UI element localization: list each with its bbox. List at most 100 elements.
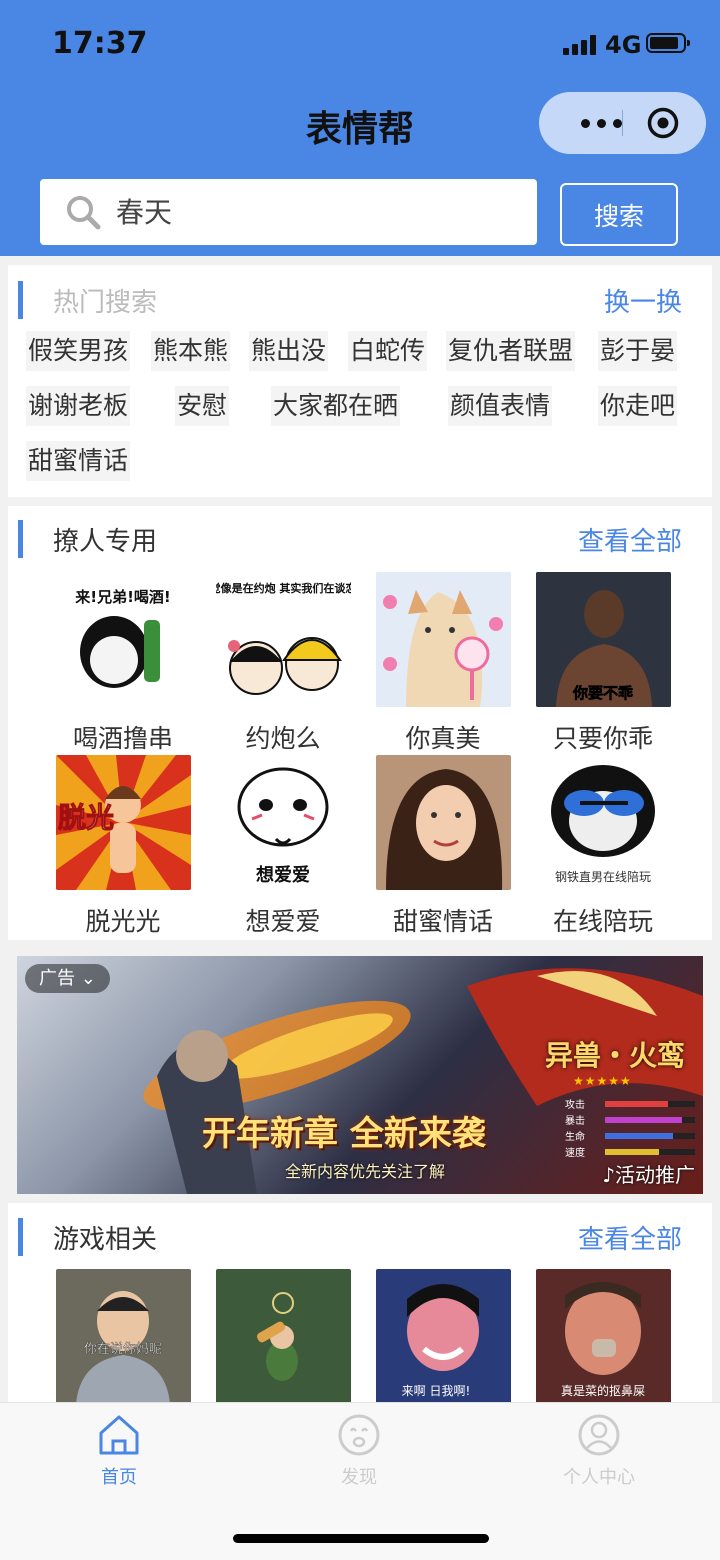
ad-stars: ★★★★★ xyxy=(573,1074,632,1088)
sticker-image: 想爱爱 xyxy=(216,755,351,890)
sticker-caption[interactable]: 甜蜜情话 xyxy=(363,902,523,938)
search-box xyxy=(40,179,537,245)
hot-tag[interactable]: 大家都在晒 xyxy=(271,386,401,426)
sticker-overlay-text: 你要不乖 xyxy=(572,684,633,702)
battery-icon xyxy=(646,33,690,53)
sticker-thumbnail[interactable]: 你要不乖 xyxy=(536,572,671,707)
sticker-caption[interactable]: 约炮么 xyxy=(203,719,363,755)
sticker-overlay-text: 想爱爱 xyxy=(256,864,310,886)
ad-stat-label: 速度 xyxy=(565,1148,585,1159)
hot-tag[interactable]: 假笑男孩 xyxy=(26,331,131,371)
ad-stat-label: 攻击 xyxy=(565,1100,585,1111)
sticker-thumbnail[interactable]: 你在说你妈呢 xyxy=(56,1269,191,1404)
flirt-section-card: 撩人专用 查看全部 来!兄弟!喝酒! 喝酒撸串 感觉像是在约炮 其实我们在谈恋爱… xyxy=(8,506,712,940)
sticker-caption[interactable]: 在线陪玩 xyxy=(523,902,683,938)
music-note-icon: ♪ xyxy=(602,1163,615,1187)
ad-subline: 全新内容优先关注了解 xyxy=(285,1162,446,1181)
sticker-caption[interactable]: 想爱爱 xyxy=(203,902,363,938)
hot-tag[interactable]: 你走吧 xyxy=(598,386,678,426)
game-view-all-link[interactable]: 查看全部 xyxy=(578,1219,682,1256)
game-section-title: 游戏相关 xyxy=(53,1225,158,1255)
hot-tag[interactable]: 熊本熊 xyxy=(151,331,231,371)
sticker-image: 你要不乖 xyxy=(536,572,671,707)
hot-tag[interactable]: 复仇者联盟 xyxy=(446,331,576,371)
sticker-thumbnail[interactable] xyxy=(376,755,511,890)
sticker-caption[interactable]: 脱光光 xyxy=(43,902,203,938)
sticker-image: 来!兄弟!喝酒! xyxy=(56,572,191,707)
section-accent-bar xyxy=(18,281,23,319)
tab-home[interactable]: 首页 xyxy=(59,1411,179,1489)
sticker-thumbnail[interactable]: 来!兄弟!喝酒! xyxy=(56,572,191,707)
home-icon xyxy=(99,1415,139,1455)
hot-tag[interactable]: 颜值表情 xyxy=(448,386,553,426)
sticker-caption[interactable]: 你真美 xyxy=(363,719,523,755)
sticker-image: 来啊 日我啊! xyxy=(376,1269,511,1404)
sticker-overlay-text: 来啊 日我啊! xyxy=(402,1384,471,1398)
home-indicator xyxy=(233,1534,489,1543)
search-input[interactable] xyxy=(116,179,516,245)
game-section-card: 游戏相关 查看全部 你在说你妈呢 来啊 日我啊! 真是菜的抠鼻屎 xyxy=(8,1203,712,1404)
sticker-thumbnail[interactable]: 真是菜的抠鼻屎 xyxy=(536,1269,671,1404)
miniprogram-capsule xyxy=(539,92,706,154)
sticker-caption[interactable]: 只要你乖 xyxy=(523,719,683,755)
chevron-down-icon: ⌄ xyxy=(80,968,96,989)
ad-stat-row: 速度 xyxy=(565,1144,695,1160)
hot-tag[interactable]: 熊出没 xyxy=(249,331,329,371)
sticker-caption[interactable]: 喝酒撸串 xyxy=(43,719,203,755)
sticker-thumbnail[interactable]: 钢铁直男在线陪玩 xyxy=(536,755,671,890)
ad-stat-fill xyxy=(605,1117,682,1123)
hot-search-title: 热门搜索 xyxy=(53,288,158,318)
hot-tag[interactable]: 谢谢老板 xyxy=(26,386,131,426)
ad-stat-row: 生命 xyxy=(565,1128,695,1144)
hot-tag[interactable]: 彭于晏 xyxy=(598,331,678,371)
search-icon xyxy=(67,196,101,230)
sticker-thumbnail[interactable]: 感觉像是在约炮 其实我们在谈恋爱 xyxy=(216,572,351,707)
hot-tag[interactable]: 甜蜜情话 xyxy=(26,441,131,481)
sticker-overlay-text: 来!兄弟!喝酒! xyxy=(74,588,171,606)
tab-discover-label: 发现 xyxy=(341,1467,377,1488)
sticker-overlay-text: 脱光 xyxy=(58,801,114,834)
hot-search-card: 热门搜索 换一换 假笑男孩 熊本熊 熊出没 白蛇传 复仇者联盟 彭于晏 谢谢老板… xyxy=(8,265,712,497)
sticker-image: 感觉像是在约炮 其实我们在谈恋爱 xyxy=(216,572,351,707)
ad-badge[interactable]: 广告 ⌄ xyxy=(25,964,110,993)
ad-stat-fill xyxy=(605,1149,659,1155)
flirt-view-all-link[interactable]: 查看全部 xyxy=(578,521,682,558)
ad-stat-row: 暴击 xyxy=(565,1112,695,1128)
ad-stat-label: 暴击 xyxy=(565,1116,585,1127)
status-time: 17:37 xyxy=(52,26,148,61)
sticker-thumbnail[interactable] xyxy=(216,1269,351,1404)
ad-stat-row: 攻击 xyxy=(565,1096,695,1112)
flirt-section-title: 撩人专用 xyxy=(53,527,158,557)
refresh-link[interactable]: 换一换 xyxy=(604,282,682,319)
ad-banner[interactable]: 广告 ⌄ 异兽・火鸾 ★★★★★ 攻击 暴击 生命 速度 开年新章 全新来袭 全… xyxy=(17,956,703,1194)
ad-stats: 攻击 暴击 生命 速度 xyxy=(565,1096,695,1160)
sticker-overlay-text: 感觉像是在约炮 其实我们在谈恋爱 xyxy=(216,581,351,595)
ad-stat-label: 生命 xyxy=(565,1132,585,1143)
more-icon[interactable] xyxy=(561,92,641,154)
tab-profile[interactable]: 个人中心 xyxy=(539,1411,659,1489)
sticker-image: 你在说你妈呢 xyxy=(56,1269,191,1404)
sticker-image: 脱光 xyxy=(56,755,191,890)
hot-tag[interactable]: 安慰 xyxy=(175,386,230,426)
ad-promo-text: 活动推广 xyxy=(615,1163,695,1187)
signal-icon xyxy=(563,35,599,55)
close-target-icon[interactable] xyxy=(647,107,679,139)
ad-badge-label: 广告 xyxy=(39,968,75,989)
network-type: 4G xyxy=(605,31,642,59)
header: 17:37 4G 表情帮 搜索 xyxy=(0,0,720,256)
section-accent-bar xyxy=(18,520,23,558)
tab-profile-label: 个人中心 xyxy=(563,1467,635,1488)
hot-tag[interactable]: 白蛇传 xyxy=(348,331,428,371)
sticker-image: 钢铁直男在线陪玩 xyxy=(536,755,671,890)
sticker-overlay-text: 你在说你妈呢 xyxy=(84,1342,162,1357)
discover-icon xyxy=(338,1414,380,1456)
search-button[interactable]: 搜索 xyxy=(560,183,678,246)
profile-icon xyxy=(578,1414,620,1456)
tab-discover[interactable]: 发现 xyxy=(299,1411,419,1489)
ad-stat-fill xyxy=(605,1133,673,1139)
sticker-thumbnail[interactable]: 脱光 xyxy=(56,755,191,890)
sticker-thumbnail[interactable]: 想爱爱 xyxy=(216,755,351,890)
sticker-image: 真是菜的抠鼻屎 xyxy=(536,1269,671,1404)
sticker-thumbnail[interactable]: 来啊 日我啊! xyxy=(376,1269,511,1404)
sticker-thumbnail[interactable] xyxy=(376,572,511,707)
